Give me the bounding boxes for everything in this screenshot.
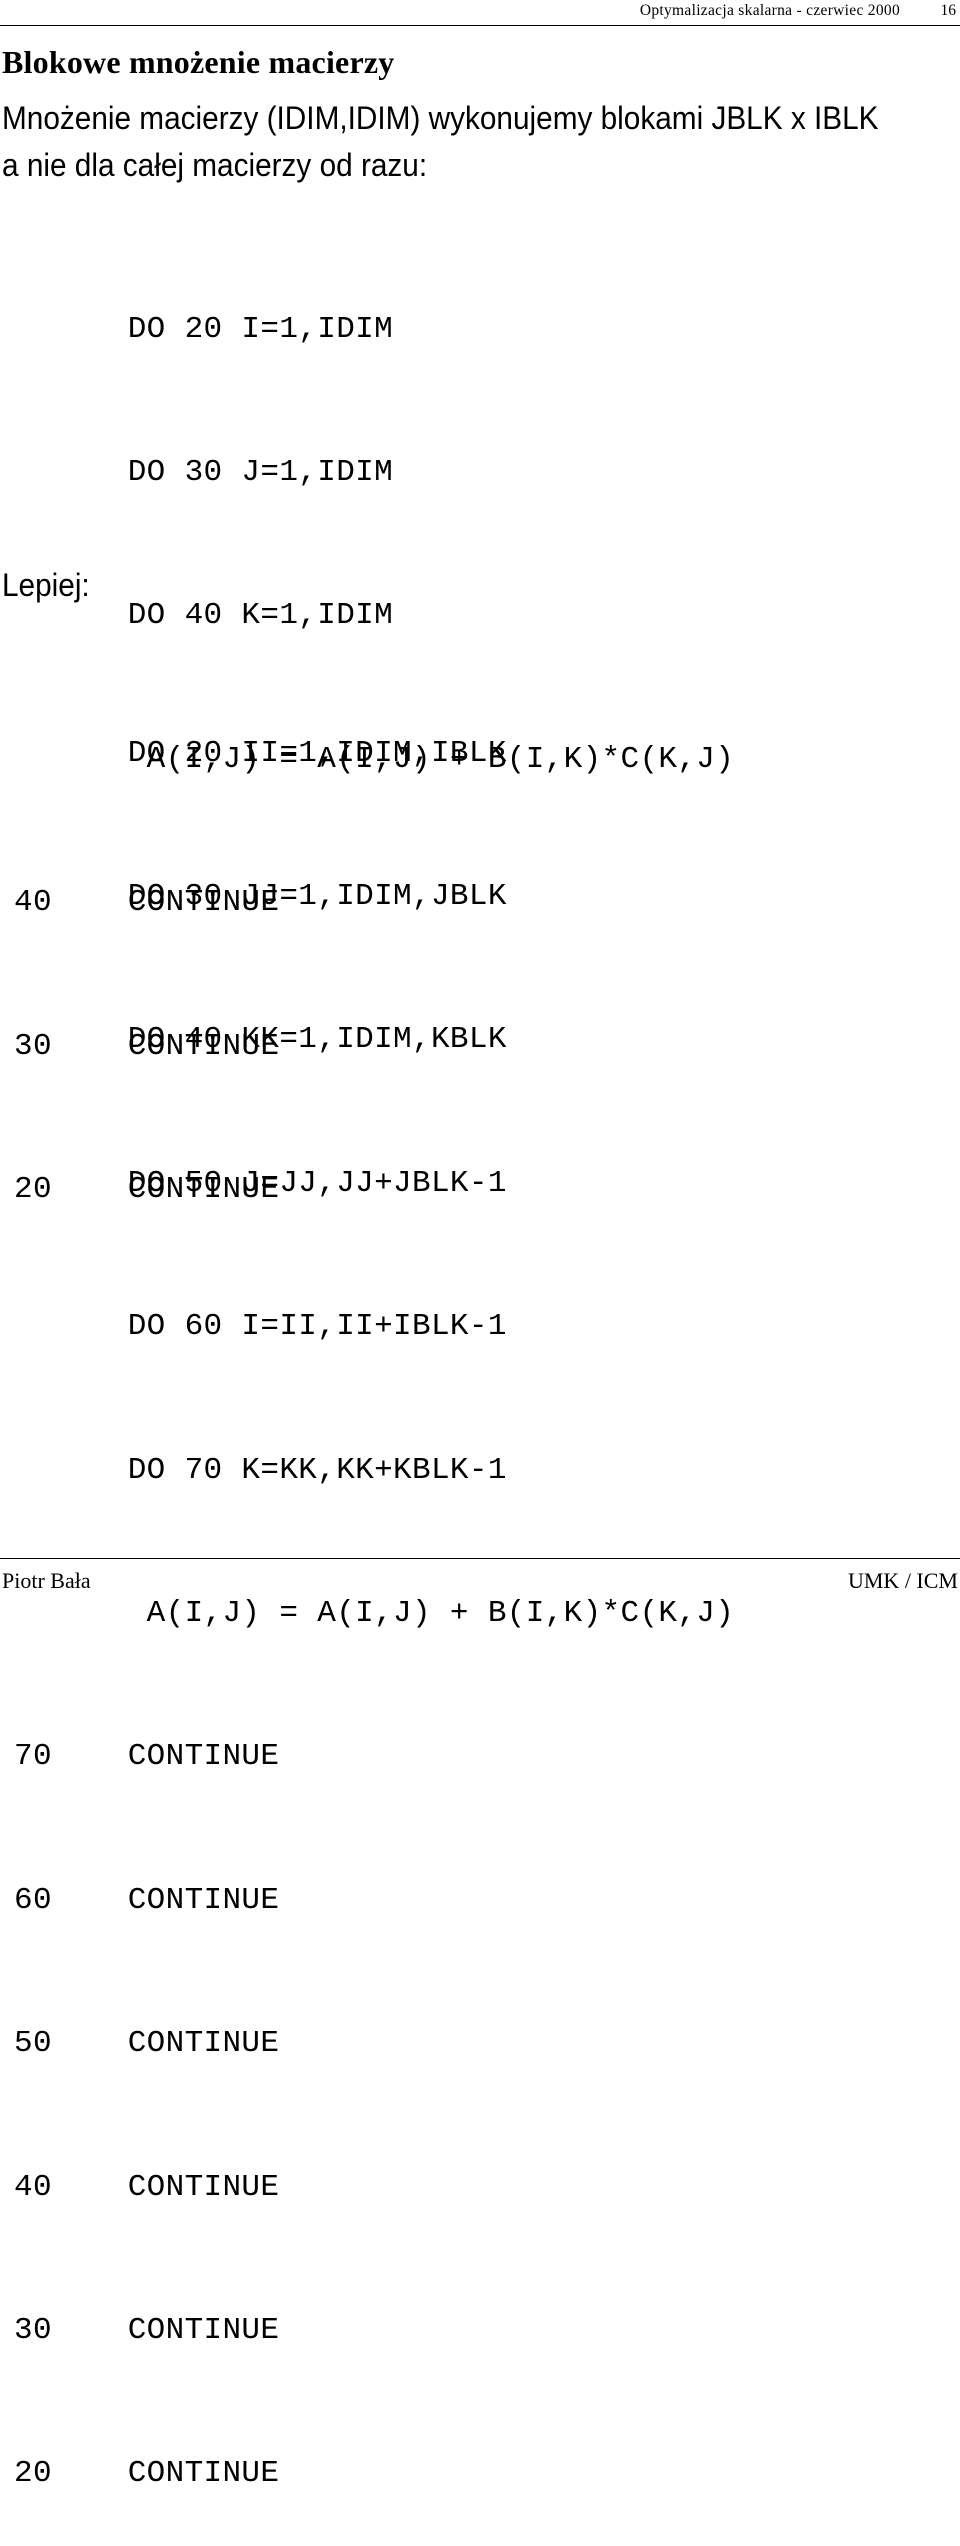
code-line: 20 CONTINUE — [14, 2456, 280, 2492]
code-line: DO 70 K=KK,KK+KBLK-1 — [14, 1452, 507, 1488]
code-line: 70 CONTINUE — [14, 1739, 280, 1775]
code-line: DO 60 I=II,II+IBLK-1 — [14, 1309, 507, 1345]
body-line: Mnożenie macierzy (IDIM,IDIM) wykonujemy… — [2, 100, 879, 136]
footer-affiliation: UMK / ICM — [847, 1568, 958, 1593]
section-label-lepiej: Lepiej: — [2, 567, 90, 603]
code-line: DO 20 II=1,IDIM,IBLK — [14, 735, 507, 771]
code-line: DO 30 J=1,IDIM — [14, 454, 394, 490]
header-page-number: 16 — [940, 2, 957, 19]
code-line: 30 CONTINUE — [14, 2312, 280, 2348]
code-line: 60 CONTINUE — [14, 1882, 280, 1918]
page-title: Blokowe mnożenie macierzy — [2, 44, 395, 80]
header-title: Optymalizacja skalarna - czerwiec 2000 — [639, 2, 900, 19]
code-line: DO 40 KK=1,IDIM,KBLK — [14, 1022, 507, 1058]
code-line: DO 20 I=1,IDIM — [14, 311, 394, 347]
footer-rule — [0, 1558, 960, 1559]
code-line: DO 50 J=JJ,JJ+JBLK-1 — [14, 1165, 507, 1201]
page-footer: Piotr Bała UMK / ICM — [0, 1560, 960, 1603]
code-line: 40 CONTINUE — [14, 2169, 280, 2205]
footer-author: Piotr Bała — [2, 1568, 91, 1593]
body-paragraph: Mnożenie macierzy (IDIM,IDIM) wykonujemy… — [2, 95, 948, 189]
page-header: Optymalizacja skalarna - czerwiec 2000 1… — [0, 0, 960, 28]
code-line: DO 30 JJ=1,IDIM,JBLK — [14, 878, 507, 914]
code-line: DO 40 K=1,IDIM — [14, 598, 394, 634]
header-rule — [0, 25, 960, 26]
code-line: 50 CONTINUE — [14, 2026, 280, 2062]
body-line: a nie dla całej macierzy od razu: — [2, 147, 428, 183]
